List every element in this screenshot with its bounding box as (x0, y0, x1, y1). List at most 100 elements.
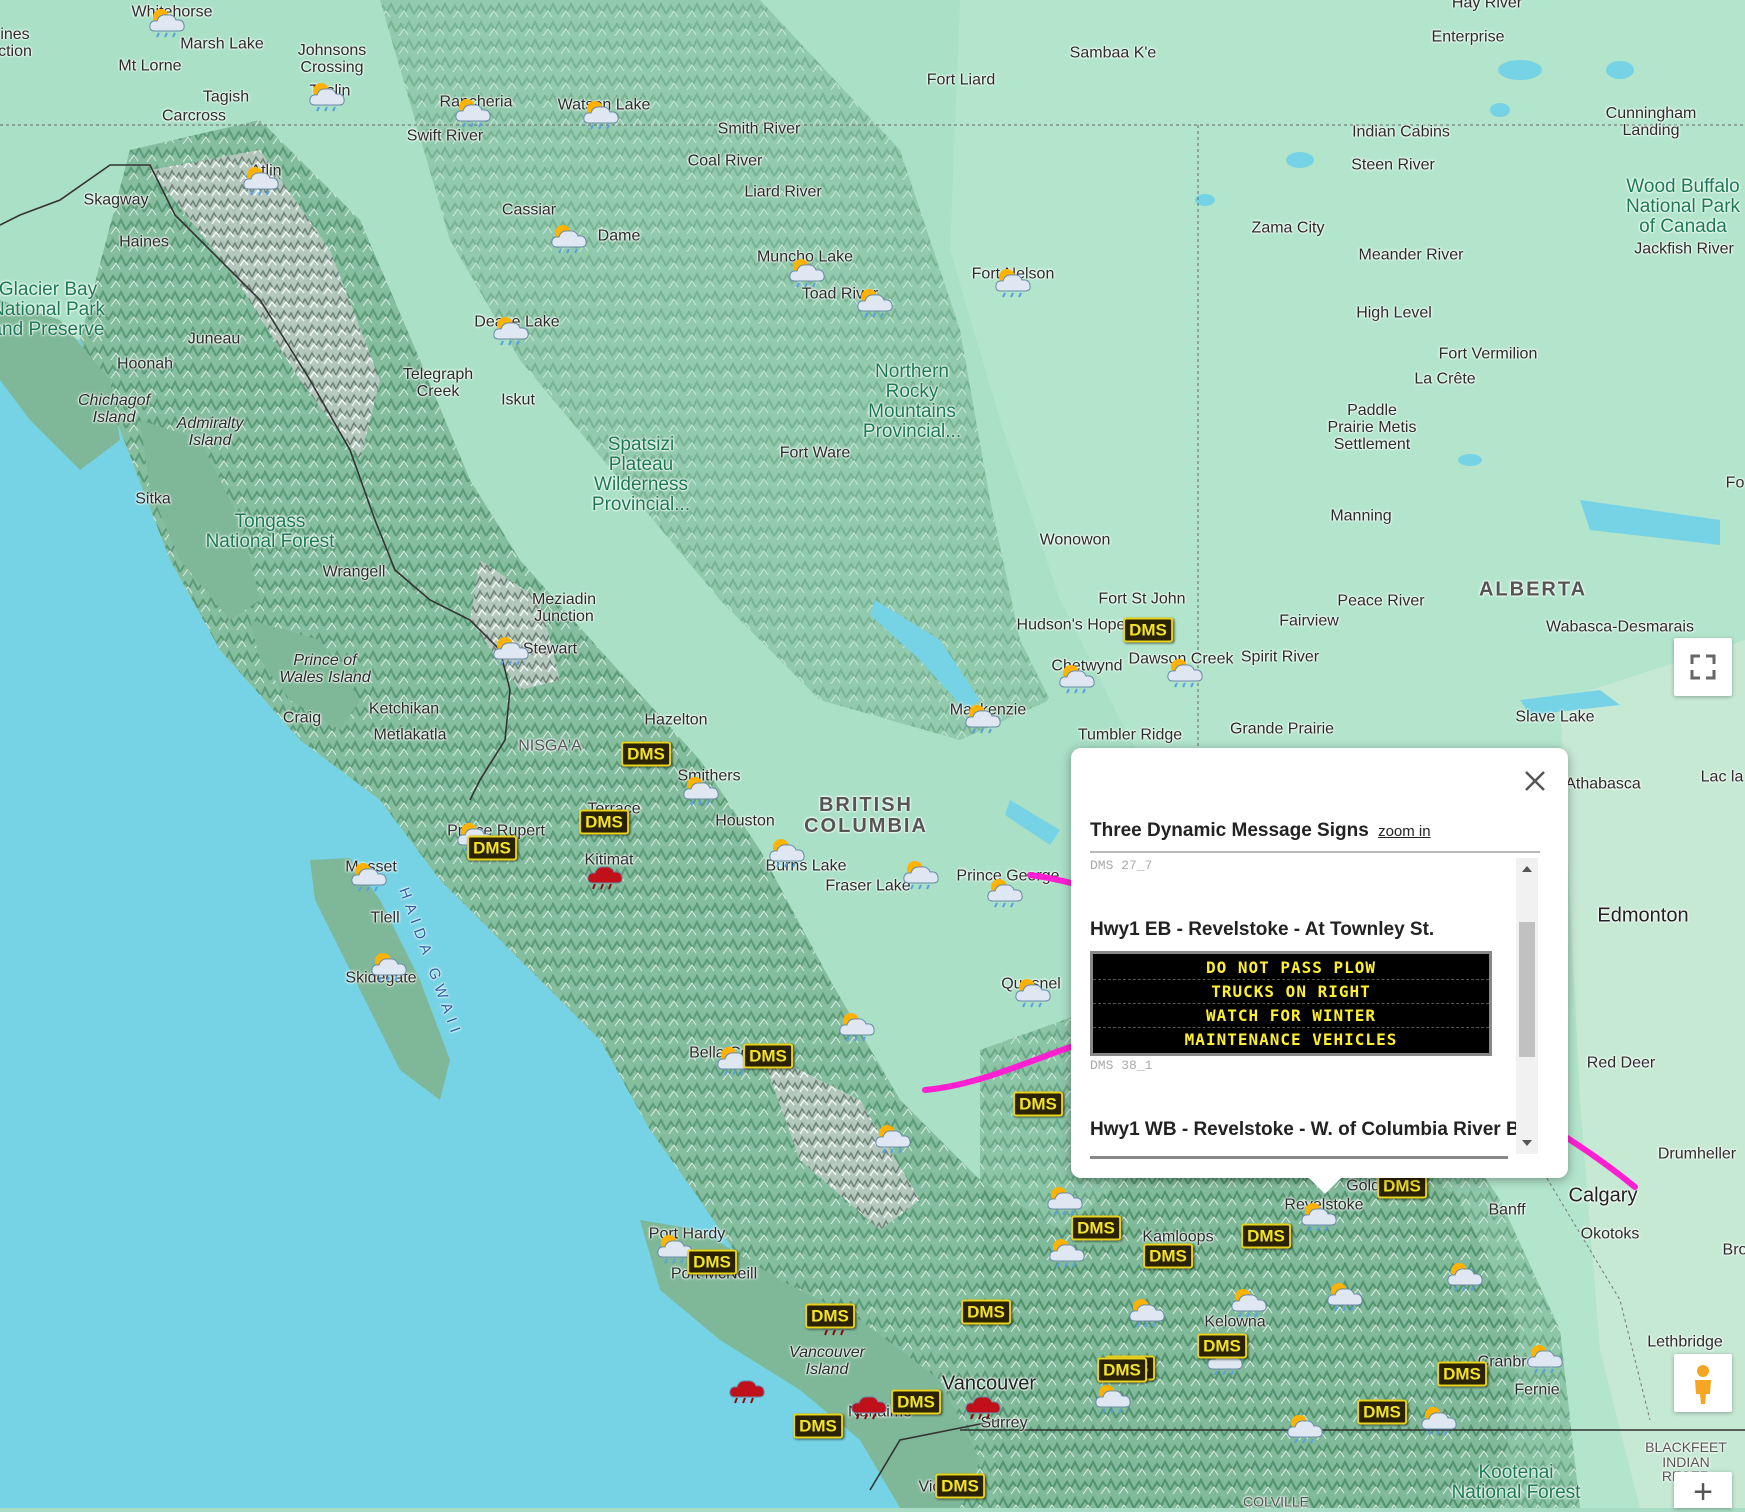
label-sambaa-ke: Sambaa K'e (1069, 44, 1157, 62)
dms-sign-marker[interactable]: DMS (1437, 1361, 1487, 1387)
cloud-sun-icon[interactable] (1045, 1183, 1087, 1217)
cloud-sun-icon[interactable] (549, 221, 591, 255)
cloud-sun-icon[interactable] (307, 79, 349, 113)
dms-sign-marker[interactable]: DMS (1241, 1223, 1291, 1249)
cloud-sun-icon[interactable] (1229, 1285, 1271, 1319)
cloud-sun-icon[interactable] (491, 633, 533, 667)
dms-sign-marker[interactable]: DMS (687, 1249, 737, 1275)
label-bro: Bro (1722, 1241, 1745, 1259)
label-wrangell: Wrangell (322, 563, 386, 581)
label-calgary: Calgary (1568, 1184, 1638, 1207)
cloud-sun-icon[interactable] (1057, 661, 1099, 695)
label-craig: Craig (282, 709, 322, 727)
sign-id: DMS 38_1 (1090, 1058, 1153, 1073)
cloud-sun-icon[interactable] (1285, 1411, 1327, 1445)
heavy-rain-icon[interactable] (849, 1387, 891, 1421)
dms-sign-marker[interactable]: DMS (1071, 1215, 1121, 1241)
cloud-sun-icon[interactable] (787, 255, 829, 289)
label-smith-river: Smith River (717, 120, 801, 138)
cloud-sun-icon[interactable] (681, 773, 723, 807)
cloud-sun-icon[interactable] (581, 97, 623, 131)
cloud-sun-icon[interactable] (855, 285, 897, 319)
label-grande-prairie: Grande Prairie (1229, 720, 1335, 738)
sign-message-line: TRUCKS ON RIGHT (1093, 980, 1489, 1004)
label-paddle-prairie: Paddle Prairie Metis Settlement (1327, 401, 1417, 453)
dms-sign-marker[interactable]: DMS (1357, 1399, 1407, 1425)
heavy-rain-icon[interactable] (727, 1371, 769, 1405)
popup-divider (1090, 851, 1540, 853)
label-indian-cabins: Indian Cabins (1352, 123, 1450, 141)
cloud-sun-icon[interactable] (491, 313, 533, 347)
cloud-sun-icon[interactable] (1165, 655, 1207, 689)
scroll-down-arrow-icon[interactable] (1516, 1132, 1538, 1154)
label-fairview: Fairview (1279, 612, 1339, 630)
label-alberta: ALBERTA (1478, 578, 1588, 601)
heavy-rain-icon[interactable] (963, 1387, 1005, 1421)
label-liard-river: Liard River (744, 183, 822, 201)
cloud-sun-icon[interactable] (147, 5, 189, 39)
dms-sign-marker[interactable]: DMS (1013, 1091, 1063, 1117)
heavy-rain-icon[interactable] (585, 857, 627, 891)
dms-sign-marker[interactable]: DMS (1123, 617, 1173, 643)
dms-sign-marker[interactable]: DMS (467, 835, 517, 861)
dms-sign-marker[interactable]: DMS (961, 1299, 1011, 1325)
dms-sign-marker[interactable]: DMS (743, 1043, 793, 1069)
dms-sign-marker[interactable]: DMS (805, 1303, 855, 1329)
dms-sign-marker[interactable]: DMS (1143, 1243, 1193, 1269)
dms-sign-marker[interactable]: DMS (579, 809, 629, 835)
label-mt-lorne: Mt Lorne (118, 57, 182, 75)
dms-sign-marker[interactable]: DMS (621, 741, 671, 767)
label-slave-lake: Slave Lake (1515, 708, 1595, 726)
label-jackfish: Jackfish River (1634, 240, 1734, 258)
cloud-sun-icon[interactable] (1445, 1259, 1487, 1293)
scroll-up-arrow-icon[interactable] (1516, 858, 1538, 880)
sign-name: Hwy1 EB - Revelstoke - At Townley St. (1090, 919, 1435, 940)
cloud-sun-icon[interactable] (1013, 975, 1055, 1009)
label-admiralty: Admiralty Island (176, 415, 244, 449)
popup-bottom-divider (1090, 1156, 1508, 1159)
cloud-sun-icon[interactable] (1127, 1295, 1169, 1329)
fullscreen-button[interactable] (1674, 638, 1732, 696)
pegman-icon (1695, 1365, 1711, 1404)
cloud-sun-icon[interactable] (1325, 1279, 1367, 1313)
cloud-sun-icon[interactable] (993, 265, 1035, 299)
cloud-sun-icon[interactable] (453, 95, 495, 129)
cloud-sun-icon[interactable] (1525, 1341, 1567, 1375)
dms-sign-marker[interactable]: DMS (793, 1413, 843, 1439)
cloud-sun-icon[interactable] (767, 835, 809, 869)
label-high-level: High Level (1356, 304, 1432, 322)
label-spatsizi: Spatsizi Plateau Wilderness Provincial... (591, 434, 691, 515)
zoom-in-icon: + (1693, 1473, 1713, 1511)
dms-popup: Three Dynamic Message Signs zoom in DMS … (1071, 748, 1568, 1194)
cloud-sun-icon[interactable] (349, 859, 391, 893)
label-manning: Manning (1330, 507, 1392, 525)
dms-sign-marker[interactable]: DMS (935, 1473, 985, 1499)
dms-sign-marker[interactable]: DMS (891, 1389, 941, 1415)
sign-list[interactable]: DMS 27_7 Hwy1 EB - Revelstoke - At Townl… (1090, 858, 1530, 1158)
cloud-sun-icon[interactable] (873, 1121, 915, 1155)
dms-sign-marker[interactable]: DMS (1097, 1357, 1147, 1383)
cloud-sun-icon[interactable] (1419, 1403, 1461, 1437)
label-lethbridge: Lethbridge (1647, 1333, 1723, 1351)
cloud-sun-icon[interactable] (1093, 1381, 1135, 1415)
zoom-in-link[interactable]: zoom in (1378, 823, 1431, 840)
label-colville: COLVILLE (1243, 1493, 1309, 1510)
cloud-sun-icon[interactable] (1299, 1199, 1341, 1233)
cloud-sun-icon[interactable] (241, 163, 283, 197)
cloud-sun-icon[interactable] (901, 857, 943, 891)
street-view-pegman-button[interactable] (1674, 1354, 1732, 1412)
label-coal-river: Coal River (687, 152, 763, 170)
zoom-in-button[interactable]: + (1674, 1472, 1732, 1511)
label-marsh-lake: Marsh Lake (180, 35, 264, 53)
label-fraser-lake: Fraser Lake (825, 877, 911, 895)
label-peace-river: Peace River (1337, 592, 1425, 610)
popup-scrollbar[interactable] (1516, 858, 1538, 1154)
cloud-sun-icon[interactable] (963, 701, 1005, 735)
scroll-thumb[interactable] (1519, 922, 1535, 1057)
cloud-sun-icon[interactable] (837, 1009, 879, 1043)
close-icon[interactable] (1520, 766, 1550, 796)
dms-sign-marker[interactable]: DMS (1197, 1333, 1247, 1359)
cloud-sun-icon[interactable] (985, 875, 1027, 909)
sign-name: Hwy1 WB - Revelstoke - W. of Columbia Ri… (1090, 1119, 1530, 1140)
cloud-sun-icon[interactable] (369, 949, 411, 983)
